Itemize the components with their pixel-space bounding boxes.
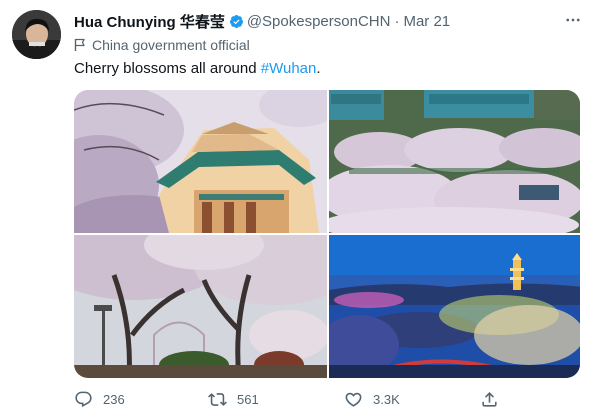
separator: · (394, 12, 400, 30)
handle[interactable]: @SpokespersonCHN (247, 13, 391, 30)
photo-campus-aerial[interactable] (329, 90, 580, 233)
media-grid (74, 90, 580, 378)
retweet-icon (208, 392, 227, 406)
reply-button[interactable]: 236 (74, 390, 125, 409)
flag-icon (74, 38, 85, 51)
heart-icon (345, 392, 362, 407)
timestamp[interactable]: Mar 21 (403, 13, 450, 30)
avatar-image (12, 10, 61, 59)
display-name[interactable]: Hua Chunying 华春莹 (74, 11, 225, 32)
retweet-count: 561 (237, 391, 259, 407)
share-icon (482, 391, 497, 407)
reply-icon (75, 391, 92, 407)
tweet-text: Cherry blossoms all around #Wuhan. (74, 60, 321, 77)
reply-count: 236 (103, 391, 125, 407)
tweet-header: Hua Chunying 华春莹 @SpokespersonCHN · Mar … (74, 10, 583, 32)
share-button[interactable] (480, 390, 509, 409)
like-button[interactable]: 3.3K (344, 390, 400, 409)
more-options-icon[interactable] (561, 10, 585, 30)
tweet-text-end: . (316, 60, 321, 77)
hashtag-link[interactable]: #Wuhan (261, 60, 317, 77)
like-count: 3.3K (373, 391, 400, 407)
photo-pagoda[interactable] (74, 90, 327, 233)
account-label: China government official (74, 35, 250, 55)
retweet-button[interactable]: 561 (208, 390, 259, 409)
verified-badge-icon (229, 14, 244, 29)
tweet-text-body: Cherry blossoms all around (74, 60, 261, 77)
photo-night-pagoda[interactable] (329, 235, 580, 378)
photo-blossom-trees[interactable] (74, 235, 327, 378)
account-label-text: China government official (92, 37, 250, 53)
avatar[interactable] (12, 10, 61, 59)
action-bar: 236 561 3.3K (74, 386, 514, 412)
